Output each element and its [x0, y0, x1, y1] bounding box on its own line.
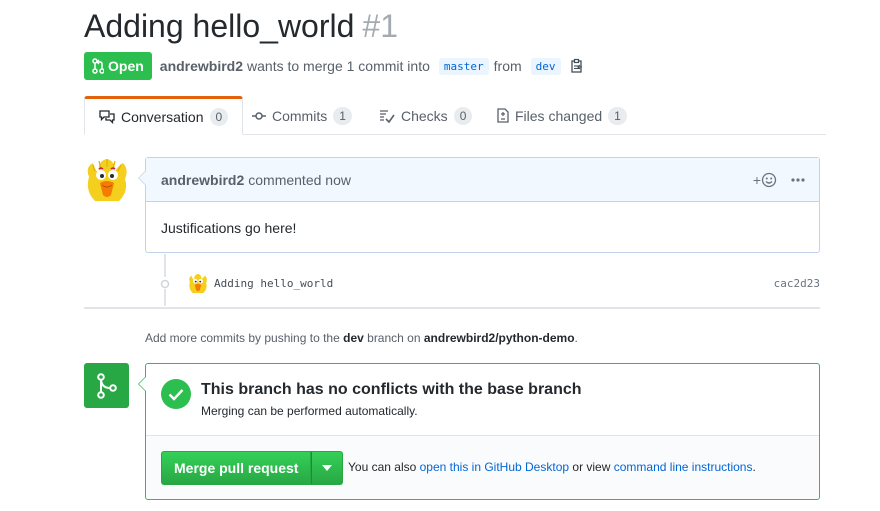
merge-actions: Merge pull request You can also open thi…: [146, 436, 819, 499]
merge-method-dropdown-button[interactable]: [311, 451, 344, 485]
merge-status-heading: This branch has no conflicts with the ba…: [201, 381, 582, 398]
merge-caret-inner: [139, 377, 146, 391]
tab-files-changed[interactable]: Files changed 1: [497, 96, 627, 135]
comment-body: Justifications go here!: [161, 220, 297, 236]
merge-button-group: Merge pull request: [161, 451, 344, 485]
from-text: from: [493, 58, 522, 74]
git-commit-icon: [159, 277, 171, 289]
merge-status: This branch has no conflicts with the ba…: [146, 364, 819, 436]
comment-actions: +: [753, 158, 805, 202]
state-label: Open: [108, 58, 144, 74]
push-hint: Add more commits by pushing to the dev b…: [145, 331, 578, 345]
pr-author-link[interactable]: andrewbird2: [160, 58, 243, 74]
add-reaction-plus: +: [752, 172, 761, 188]
tab-counter: 0: [209, 107, 229, 126]
pr-summary-text: wants to merge 1 commit into: [247, 58, 430, 74]
clippy-icon[interactable]: [570, 58, 584, 74]
tab-label: Commits: [272, 107, 328, 124]
avatar[interactable]: [188, 273, 208, 293]
hint-repo: andrewbird2/python-demo: [423, 331, 575, 345]
comment-caret-inner: [139, 171, 146, 185]
git-pull-request-icon: [92, 58, 104, 74]
hint-middle: branch on: [367, 331, 421, 345]
add-reaction-button[interactable]: +: [753, 172, 777, 188]
tab-label: Checks: [401, 107, 448, 124]
pr-meta: Open andrewbird2 wants to merge 1 commit…: [84, 52, 584, 80]
alt-suffix: .: [752, 460, 756, 474]
hint-branch: dev: [343, 331, 364, 345]
tab-checks[interactable]: Checks 0: [379, 96, 473, 135]
comment-timestamp[interactable]: commented now: [248, 172, 351, 188]
tab-commits[interactable]: Commits 1: [252, 96, 352, 135]
alt-middle: or view: [572, 460, 611, 474]
comment-header: andrewbird2 commented now +: [146, 158, 819, 202]
comment-box: andrewbird2 commented now + Justificatio…: [138, 157, 820, 253]
state-badge: Open: [84, 52, 152, 80]
tab-label: Files changed: [515, 107, 603, 124]
git-commit-icon: [252, 111, 266, 120]
triangle-down-icon: [322, 465, 333, 471]
merge-box: This branch has no conflicts with the ba…: [138, 363, 820, 500]
comment-author-link[interactable]: andrewbird2: [161, 172, 244, 188]
base-branch[interactable]: master: [438, 57, 489, 75]
commit-sha-link[interactable]: cac2d23: [774, 277, 820, 290]
tab-conversation[interactable]: Conversation 0: [84, 96, 244, 135]
merge-pull-request-button[interactable]: Merge pull request: [161, 451, 312, 485]
pr-number: #1: [362, 8, 398, 44]
merge-status-icon: [84, 363, 129, 408]
alt-prefix: You can also: [348, 460, 417, 474]
tab-counter: 1: [608, 106, 627, 125]
tab-label: Conversation: [121, 108, 204, 125]
pr-title-text: Adding hello_world: [84, 8, 355, 44]
open-in-desktop-link[interactable]: open this in GitHub Desktop: [420, 460, 569, 474]
merge-status-subtext: Merging can be performed automatically.: [201, 404, 418, 418]
check-icon: [161, 379, 191, 409]
file-diff-icon: [497, 108, 509, 123]
hint-prefix: Add more commits by pushing to the: [145, 331, 340, 345]
command-line-instructions-link[interactable]: command line instructions: [614, 460, 753, 474]
comment-discussion-icon: [99, 109, 115, 124]
git-merge-icon: [96, 372, 117, 399]
checklist-icon: [380, 109, 395, 123]
hint-suffix: .: [574, 331, 578, 345]
tab-counter: 1: [333, 106, 352, 125]
kebab-horizontal-icon[interactable]: [791, 178, 805, 182]
avatar[interactable]: [85, 157, 129, 201]
merge-alternatives: You can also open this in GitHub Desktop…: [348, 460, 756, 474]
tab-counter: 0: [453, 106, 473, 125]
head-branch[interactable]: dev: [530, 57, 561, 75]
pr-tabs: Conversation 0 Commits 1 Checks 0 Files …: [84, 96, 826, 135]
pr-title: Adding hello_world #1: [84, 8, 398, 45]
timeline-divider: [84, 307, 820, 309]
smiley-icon: [761, 172, 777, 188]
commit-row: Adding hello_world cac2d23: [188, 270, 820, 296]
commit-message-link[interactable]: Adding hello_world: [214, 277, 333, 290]
